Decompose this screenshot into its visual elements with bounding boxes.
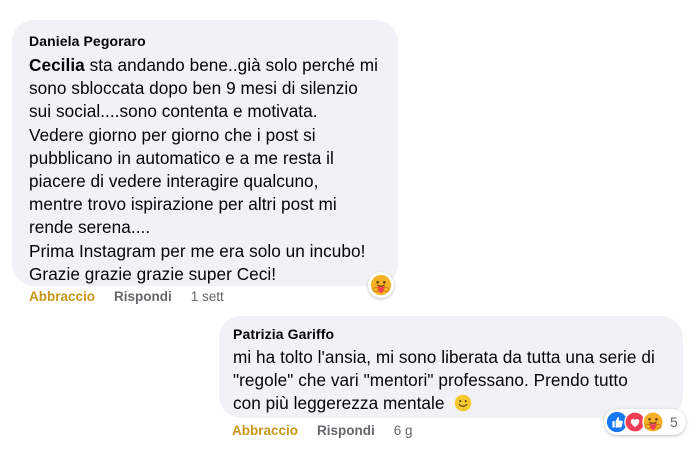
timestamp[interactable]: 6 g: [394, 423, 413, 438]
comment-line: rende serena....: [29, 217, 151, 238]
reaction-summary[interactable]: [368, 272, 394, 298]
reaction-summary[interactable]: 5: [604, 409, 686, 435]
reaction-button[interactable]: Abbraccio: [29, 289, 95, 304]
comment-author[interactable]: Patrizia Gariffo: [233, 326, 669, 342]
comment-line: con più leggerezza mentale: [233, 392, 669, 415]
comment-line: Cecilia sta andando bene..già solo perch…: [29, 54, 381, 77]
comment-bubble: Patrizia Gariffo mi ha tolto l'ansia, mi…: [219, 316, 683, 418]
comment-author[interactable]: Daniela Pegoraro: [29, 33, 381, 49]
smile-emoji-icon: [455, 395, 472, 412]
comment-bubble: Daniela Pegoraro Cecilia sta andando ben…: [12, 20, 398, 286]
comment-text: Cecilia sta andando bene..già solo perch…: [29, 54, 381, 286]
care-icon: [370, 274, 392, 296]
mention-link[interactable]: Cecilia: [29, 55, 85, 75]
reaction-count: 5: [670, 414, 678, 430]
reaction-button[interactable]: Abbraccio: [232, 423, 298, 438]
comment-line: mentre trovo ispirazione per altri post …: [29, 194, 337, 215]
reply-button[interactable]: Rispondi: [114, 289, 172, 304]
comment-line: piacere di vedere interagire qualcuno,: [29, 171, 319, 192]
comment-actions: Abbraccio Rispondi 1 sett: [29, 289, 243, 304]
comment-line: pubblicano in automatico e a me resta il: [29, 147, 334, 168]
comment-line: sono sbloccata dopo ben 9 mesi di silenz…: [29, 78, 358, 99]
comment-line-text: sta andando bene..già solo perché mi: [84, 55, 379, 75]
comment-line: mi ha tolto l'ansia, mi sono liberata da…: [233, 347, 655, 367]
comment-line: Grazie grazie grazie super Ceci!: [29, 263, 277, 284]
comment-line-text: con più leggerezza mentale: [233, 393, 445, 414]
care-icon: [642, 411, 664, 433]
comment-line: "regole" che vari "mentori" professano. …: [233, 370, 628, 391]
comment-line: Vedere giorno per giorno che i post si: [29, 124, 316, 145]
comment-line: Prima Instagram per me era solo un incub…: [29, 240, 366, 261]
timestamp[interactable]: 1 sett: [191, 289, 224, 304]
comment-text: mi ha tolto l'ansia, mi sono liberata da…: [233, 346, 669, 416]
comment-actions: Abbraccio Rispondi 6 g: [232, 423, 432, 438]
comment-line: sui social....sono contenta e motivata.: [29, 101, 318, 122]
reply-button[interactable]: Rispondi: [317, 423, 375, 438]
